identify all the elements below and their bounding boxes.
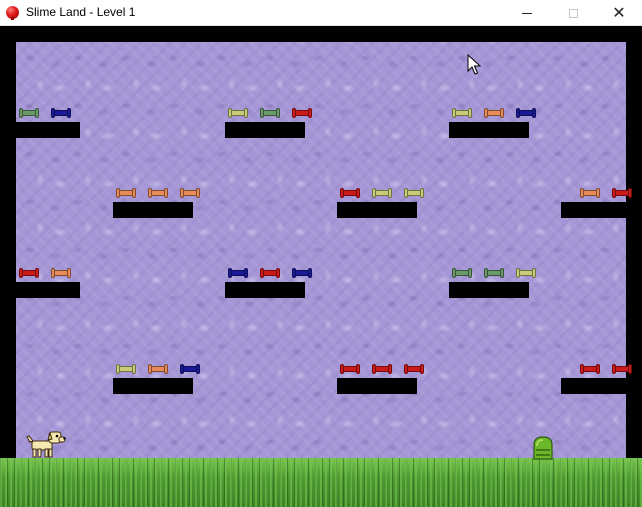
dog-icon [26, 431, 66, 458]
bone-yellow-icon [452, 108, 472, 118]
platform [225, 282, 305, 298]
bone-orange-icon [51, 268, 71, 278]
bone-yellow-icon [228, 108, 248, 118]
platform [337, 202, 417, 218]
bone-red-icon [404, 364, 424, 374]
bone-yellow-icon [404, 188, 424, 198]
right-wall [626, 26, 642, 458]
platform [16, 282, 80, 298]
mouse-cursor-icon [467, 54, 481, 75]
platform [561, 202, 626, 218]
bone-red-icon [612, 188, 632, 198]
platform [16, 122, 80, 138]
bone-yellow-icon [516, 268, 536, 278]
minimize-button[interactable] [504, 0, 550, 26]
bone-blue-icon [292, 268, 312, 278]
platform [449, 282, 529, 298]
bone-yellow-icon [372, 188, 392, 198]
bone-red-icon [292, 108, 312, 118]
bone-orange-icon [116, 188, 136, 198]
bone-red-icon [260, 268, 280, 278]
bone-blue-icon [51, 108, 71, 118]
bone-red-icon [612, 364, 632, 374]
slime-icon [533, 436, 553, 460]
bone-red-icon [340, 364, 360, 374]
bone-orange-icon [484, 108, 504, 118]
bone-green-icon [452, 268, 472, 278]
game-canvas[interactable] [0, 26, 642, 507]
title-bar[interactable]: Slime Land - Level 1 ✕ [0, 0, 642, 26]
bone-yellow-icon [116, 364, 136, 374]
bone-orange-icon [580, 188, 600, 198]
minimize-icon [522, 12, 532, 14]
bone-red-icon [19, 268, 39, 278]
maximize-icon [568, 8, 578, 18]
close-button[interactable]: ✕ [596, 0, 642, 26]
bone-green-icon [484, 268, 504, 278]
platform [561, 378, 626, 394]
grass-ground [0, 458, 642, 507]
platform [225, 122, 305, 138]
platform [337, 378, 417, 394]
window-title: Slime Land - Level 1 [26, 5, 136, 19]
bone-blue-icon [180, 364, 200, 374]
left-wall [0, 26, 16, 458]
red-ball-icon [6, 6, 19, 20]
top-wall [0, 26, 642, 42]
bone-orange-icon [148, 364, 168, 374]
platform [113, 378, 193, 394]
bone-orange-icon [180, 188, 200, 198]
maximize-button[interactable] [550, 0, 596, 26]
bone-red-icon [340, 188, 360, 198]
platform [449, 122, 529, 138]
platform [113, 202, 193, 218]
bone-green-icon [260, 108, 280, 118]
bone-blue-icon [516, 108, 536, 118]
bone-red-icon [580, 364, 600, 374]
bone-blue-icon [228, 268, 248, 278]
bone-green-icon [19, 108, 39, 118]
bone-red-icon [372, 364, 392, 374]
close-icon: ✕ [612, 3, 626, 22]
bone-orange-icon [148, 188, 168, 198]
